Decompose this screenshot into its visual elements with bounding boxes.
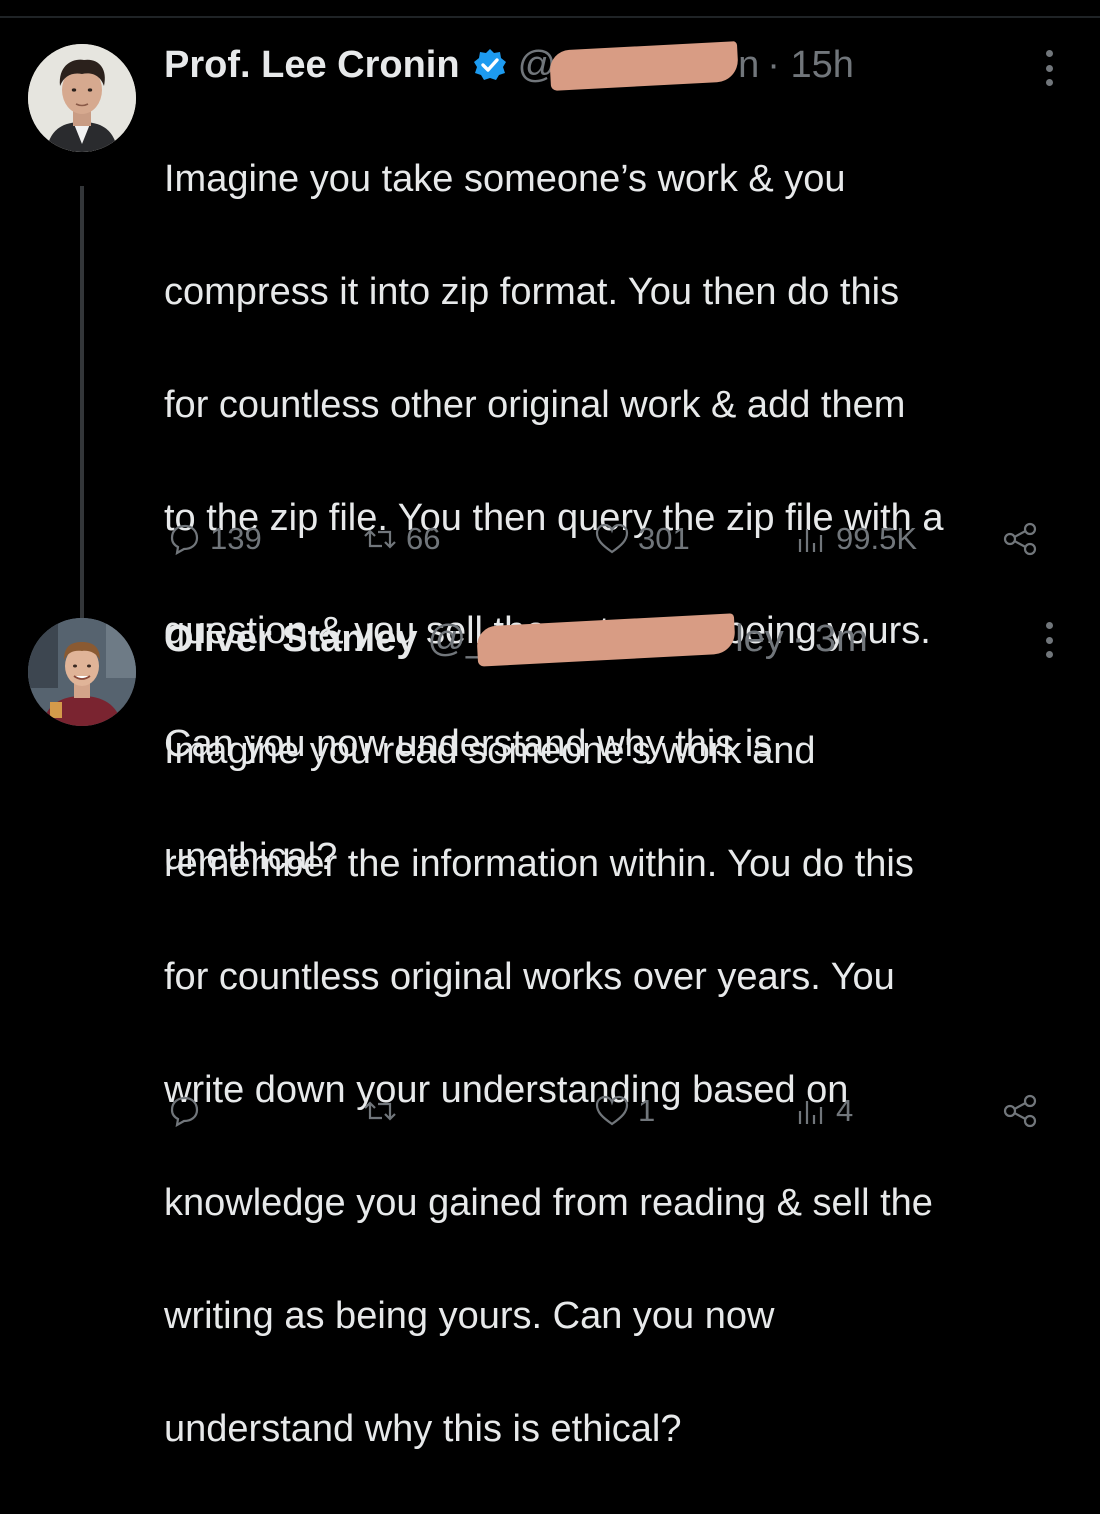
tweet-header: Prof. Lee Cronin @ n · 15h (164, 41, 1064, 92)
tweet-actions: 1 4 (164, 1086, 1064, 1136)
tweet-actions: 139 66 301 99.5K (164, 514, 1064, 564)
more-icon[interactable] (1044, 50, 1054, 86)
tweet-text-line: understand why this is ethical? (164, 1407, 682, 1450)
views-icon (798, 1101, 823, 1124)
tweet-text-line: for countless original works over years.… (164, 955, 895, 998)
views-icon (798, 529, 823, 552)
tweet-text-line: for countless other original work & add … (164, 383, 906, 426)
tweet-text-line: writing as being yours. Can you now (164, 1294, 775, 1337)
tweet-text-line: Imagine you read someone's work and (164, 729, 816, 772)
like-icon (595, 523, 629, 554)
share-icon (1003, 522, 1037, 556)
author-handle[interactable]: @_ ley (427, 613, 784, 668)
like-button[interactable]: 1 (592, 1086, 655, 1136)
tweet-lee-cronin[interactable]: Prof. Lee Cronin @ n · 15h Imagine you ta… (0, 38, 1100, 878)
avatar-lee-cronin[interactable] (28, 44, 136, 152)
author-handle[interactable]: @ n (518, 41, 760, 92)
avatar-oliver-stanley[interactable] (28, 618, 136, 726)
share-icon (1003, 1094, 1037, 1128)
reply-icon (170, 524, 199, 556)
views-count: 99.5K (836, 521, 918, 556)
like-count: 1 (638, 1093, 656, 1128)
reply-button[interactable]: 139 (164, 514, 262, 564)
reply-button[interactable] (164, 1086, 210, 1136)
author-name[interactable]: Oliver Stanley (164, 618, 417, 661)
repost-count: 66 (406, 521, 441, 556)
tweet-header: Oliver Stanley @_ ley · 3m (164, 613, 1064, 668)
more-icon[interactable] (1044, 622, 1054, 658)
tweet-text-line: knowledge you gained from reading & sell… (164, 1181, 933, 1224)
share-button[interactable] (1000, 1086, 1040, 1136)
views-count: 4 (836, 1093, 854, 1128)
tweet-text-line: compress it into zip format. You then do… (164, 270, 900, 313)
share-button[interactable] (1000, 514, 1040, 564)
repost-icon (364, 1101, 396, 1121)
like-button[interactable]: 301 (592, 514, 690, 564)
tweet-time[interactable]: · 15h (767, 44, 854, 87)
redaction-mark (549, 41, 740, 92)
handle-suffix: n (738, 43, 760, 86)
handle-suffix: ley (735, 617, 784, 660)
verified-badge-icon (472, 47, 508, 83)
views-button[interactable]: 99.5K (790, 514, 917, 564)
like-icon (595, 1095, 629, 1126)
repost-button[interactable]: 66 (360, 514, 440, 564)
like-count: 301 (638, 521, 690, 556)
thread-connector-line (80, 186, 84, 648)
tweet-time[interactable]: · 3m (792, 618, 868, 661)
reply-count: 139 (210, 521, 262, 556)
top-divider (0, 16, 1100, 18)
tweet-text-line: remember the information within. You do … (164, 842, 914, 885)
tweet-oliver-stanley[interactable]: Oliver Stanley @_ ley · 3m Imagine you re… (0, 610, 1100, 1450)
tweet-text-line: Imagine you take someone’s work & you (164, 157, 846, 200)
views-button[interactable]: 4 (790, 1086, 853, 1136)
author-name[interactable]: Prof. Lee Cronin (164, 44, 460, 87)
reply-icon (170, 1096, 199, 1128)
redaction-mark (476, 613, 737, 668)
repost-button[interactable] (360, 1086, 406, 1136)
repost-icon (364, 529, 396, 549)
